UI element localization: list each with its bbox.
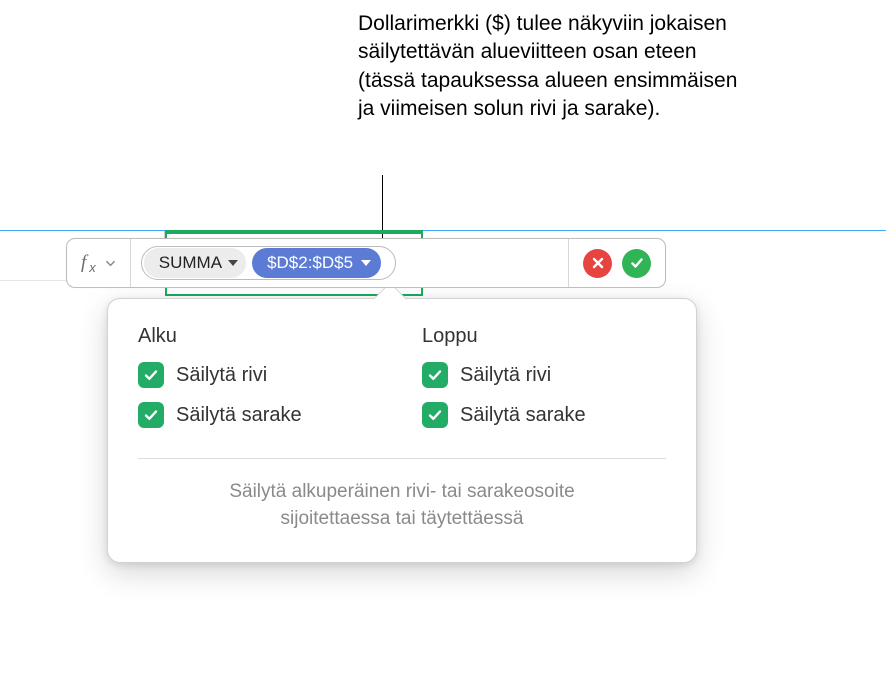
start-heading: Alku [138, 325, 382, 348]
dropdown-triangle-icon [361, 260, 371, 266]
checkmark-icon [629, 255, 645, 271]
end-heading: Loppu [422, 325, 666, 348]
fx-icon: f [81, 252, 86, 274]
checkmark-icon [427, 407, 443, 423]
help-line-1: Säilytä alkuperäinen rivi- tai sarakeoso… [138, 479, 666, 506]
formula-content[interactable]: SUMMA $D$2:$D$5 [131, 246, 568, 280]
function-token-label: SUMMA [159, 253, 222, 273]
help-line-2: sijoitettaessa tai täytettäessä [138, 506, 666, 533]
chevron-down-icon [105, 258, 116, 269]
checkbox-label: Säilytä rivi [460, 364, 551, 387]
reference-options-popover: Alku Säilytä rivi Säilytä sarake Loppu [107, 298, 697, 563]
checkbox-checked[interactable] [422, 362, 448, 388]
preserve-end-column[interactable]: Säilytä sarake [422, 402, 666, 428]
checkbox-label: Säilytä sarake [176, 404, 302, 427]
popover-help-text: Säilytä alkuperäinen rivi- tai sarakeoso… [138, 479, 666, 532]
reference-token[interactable]: $D$2:$D$5 [252, 248, 381, 278]
checkbox-checked[interactable] [138, 362, 164, 388]
function-token[interactable]: SUMMA [144, 248, 246, 278]
checkmark-icon [143, 407, 159, 423]
preserve-start-row[interactable]: Säilytä rivi [138, 362, 382, 388]
checkbox-checked[interactable] [422, 402, 448, 428]
preserve-start-column[interactable]: Säilytä sarake [138, 402, 382, 428]
cancel-button[interactable] [583, 249, 612, 278]
checkmark-icon [427, 367, 443, 383]
dropdown-triangle-icon [228, 260, 238, 266]
fx-subscript: x [89, 260, 96, 275]
function-menu[interactable]: f x [67, 239, 131, 287]
checkbox-checked[interactable] [138, 402, 164, 428]
checkbox-label: Säilytä sarake [460, 404, 586, 427]
formula-capsule: SUMMA $D$2:$D$5 [141, 246, 396, 280]
close-icon [591, 256, 605, 270]
callout-text: Dollarimerkki ($) tulee näkyviin jokaise… [358, 10, 738, 123]
checkbox-label: Säilytä rivi [176, 364, 267, 387]
formula-editor-bar: f x SUMMA $D$2:$D$5 [66, 238, 666, 288]
reference-token-label: $D$2:$D$5 [267, 253, 353, 273]
popover-end-column: Loppu Säilytä rivi Säilytä sarake [422, 325, 666, 442]
checkmark-icon [143, 367, 159, 383]
formula-actions [568, 239, 665, 287]
preserve-end-row[interactable]: Säilytä rivi [422, 362, 666, 388]
popover-start-column: Alku Säilytä rivi Säilytä sarake [138, 325, 382, 442]
divider [138, 458, 666, 459]
accept-button[interactable] [622, 249, 651, 278]
